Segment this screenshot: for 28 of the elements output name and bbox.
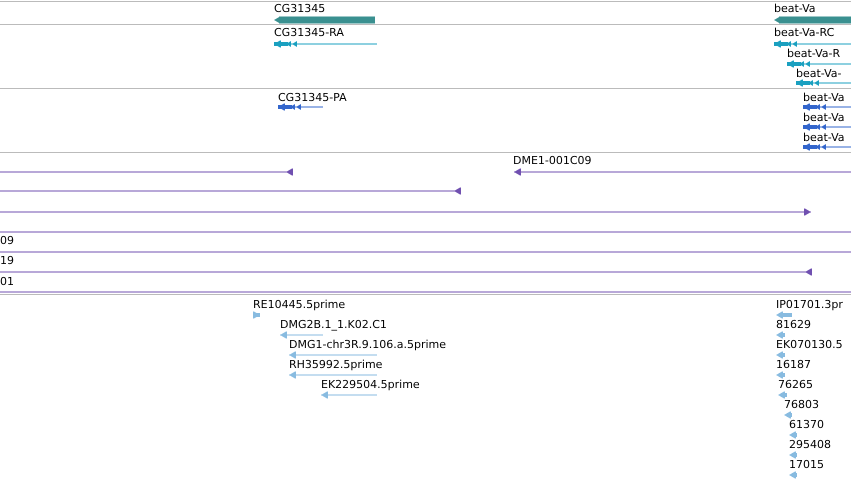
feature-label: beat-Va-RC — [774, 26, 834, 40]
feature-label: DME1-001C09 — [513, 154, 592, 168]
feature-label: 09 — [0, 234, 14, 248]
feature-label: EK070130.5 — [776, 338, 843, 352]
feature-label: RE10445.5prime — [253, 298, 346, 312]
feature-label: IP01701.3pr — [776, 298, 843, 312]
feature-label: beat-Va-R — [787, 47, 840, 61]
feature-label: CG31345-RA — [274, 26, 344, 40]
feature-label: 76265 — [778, 378, 813, 392]
feature-label: CG31345-PA — [278, 91, 347, 105]
feature-label: 76803 — [784, 398, 819, 412]
feature-label: CG31345 — [274, 2, 326, 16]
feature-label: EK229504.5prime — [321, 378, 420, 392]
feature-label: 17015 — [789, 458, 824, 472]
feature-label: beat-Va — [803, 91, 845, 105]
feature-label: 295408 — [789, 438, 831, 452]
feature-label: DMG2B.1_1.K02.C1 — [280, 318, 387, 332]
feature-label: beat-Va- — [796, 67, 842, 81]
feature-label: 16187 — [776, 358, 811, 372]
feature-label: beat-Va — [803, 111, 845, 125]
feature-label: 19 — [0, 254, 14, 268]
feature-label: RH35992.5prime — [289, 358, 382, 372]
feature-label: beat-Va — [803, 131, 845, 145]
feature-label: 81629 — [776, 318, 811, 332]
feature-label: DMG1-chr3R.9.106.a.5prime — [289, 338, 446, 352]
feature-label: 01 — [0, 275, 14, 289]
feature-label: 61370 — [789, 418, 824, 432]
feature-label: beat-Va — [774, 2, 816, 16]
